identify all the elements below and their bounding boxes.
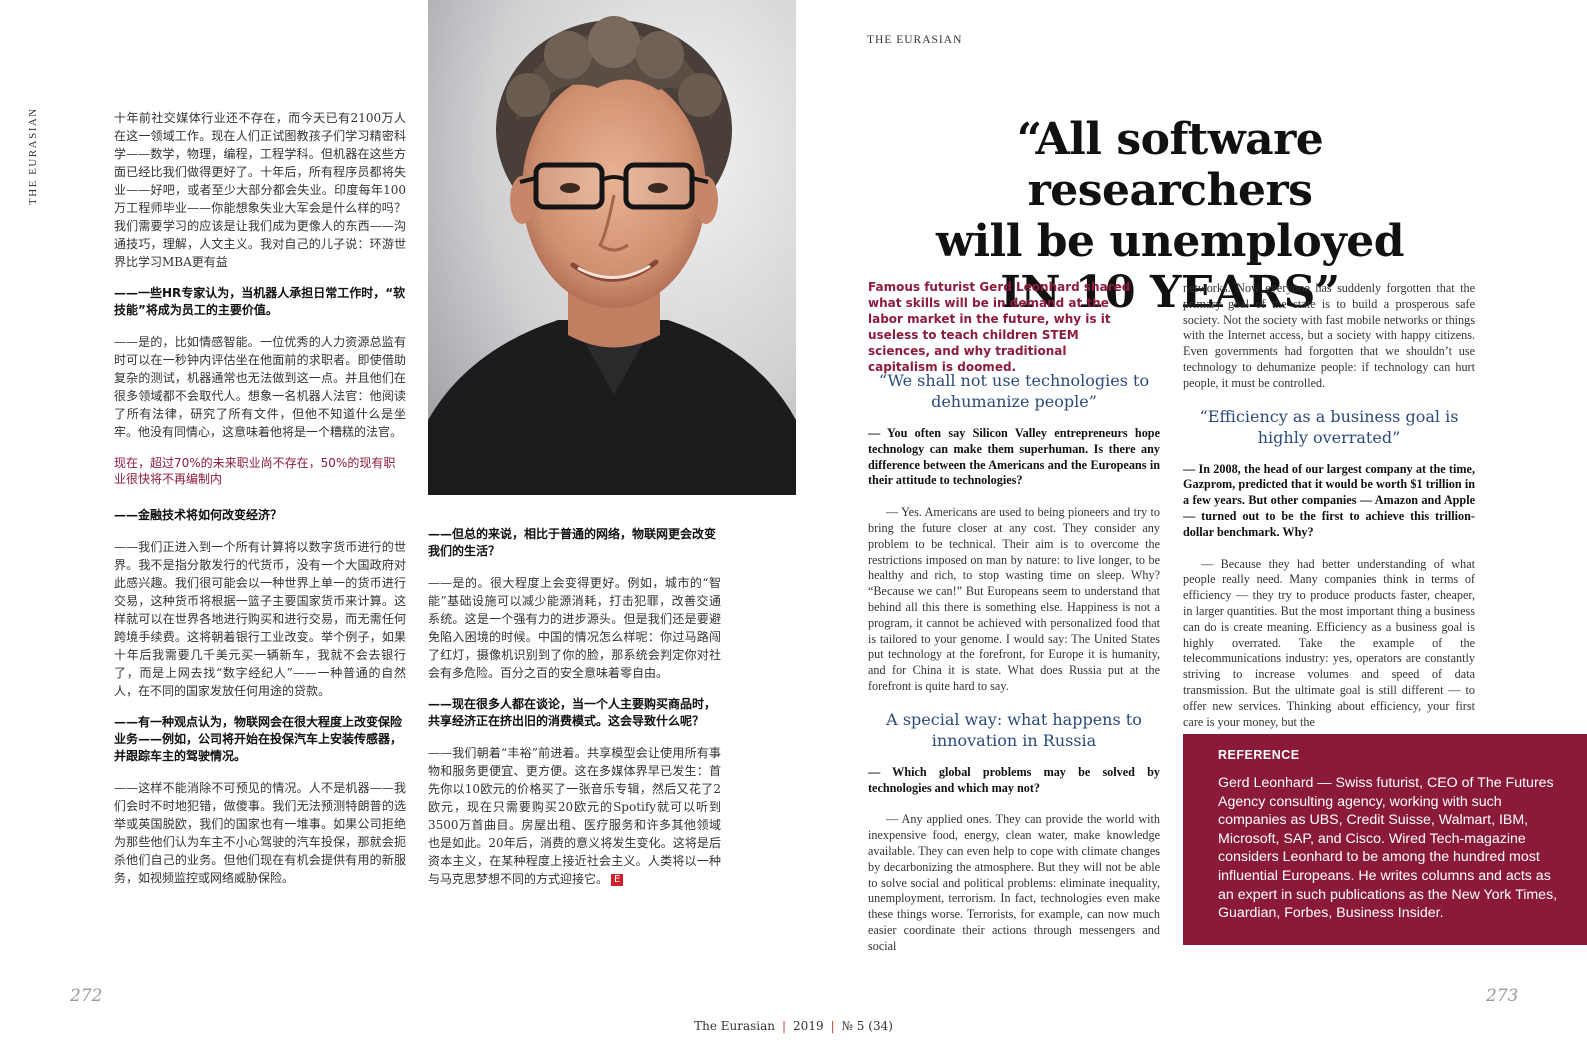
headline-line: will be unemployed (935, 216, 1405, 267)
section-subheading: “We shall not use technologies to dehuma… (878, 371, 1150, 411)
interview-question: — In 2008, the head of our largest compa… (1183, 461, 1475, 539)
reference-body: Gerd Leonhard — Swiss futurist, CEO of T… (1218, 775, 1558, 922)
page-number-right: 273 (1486, 986, 1519, 1006)
footer-issue: № 5 (34) (841, 1019, 893, 1033)
interview-answer: networks. Now everyone has suddenly forg… (1183, 281, 1475, 390)
zh-paragraph-text: ——我们朝着“丰裕”前进着。共享模型会让使用所有事物和服务更便宜、更方便。这在多… (428, 746, 721, 886)
section-subheading: “Efficiency as a business goal is highly… (1199, 406, 1459, 447)
zh-question: ——一些HR专家认为，当机器人承担日常工作时，“软技能”将成为员工的主要价值。 (114, 286, 406, 317)
zh-paragraph: ——我们朝着“丰裕”前进着。共享模型会让使用所有事物和服务更便宜、更方便。这在多… (428, 744, 721, 888)
portrait-photo (428, 0, 796, 495)
zh-column-middle: ——但总的来说，相比于普通的网络，物联网更会改变我们的生活？ ——是的。很大程度… (428, 526, 721, 902)
interview-question: — Which global problems may be solved by… (868, 764, 1160, 795)
interview-answer: — Yes. Americans are used to being pione… (868, 505, 1160, 693)
footer-magazine: The Eurasian (694, 1019, 775, 1033)
zh-pull-quote: 现在，超过70%的未来职业尚不存在，50%的现有职业很快将不再编制内 (114, 456, 396, 486)
zh-paragraph: ——我们正进入到一个所有计算将以数字货币进行的世界。我不是指分散发行的代货币，没… (114, 540, 406, 698)
zh-paragraph: ——这样不能消除不可预见的情况。人不是机器——我们会时不时地犯错，做傻事。我们无… (114, 781, 406, 885)
reference-title: REFERENCE (1218, 748, 1300, 762)
article-end-mark: E (611, 873, 624, 886)
portrait-image (428, 0, 796, 495)
footer-year: 2019 (793, 1019, 824, 1033)
magazine-running-head: THE EURASIAN (867, 34, 963, 46)
en-column-2: networks. Now everyone has suddenly forg… (1183, 281, 1475, 730)
reference-box: REFERENCE Gerd Leonhard — Swiss futurist… (1183, 734, 1587, 945)
page-number-left: 272 (70, 986, 103, 1006)
footer-separator: | (830, 1019, 835, 1033)
zh-question: ——金融技术将如何改变经济？ (114, 508, 283, 522)
zh-question: ——有一种观点认为，物联网会在很大程度上改变保险业务——例如，公司将开始在投保汽… (114, 715, 403, 763)
zh-column-left: 十年前社交媒体行业还不存在，而今天已有2100万人在这一领域工作。现在人们正试图… (114, 109, 406, 901)
zh-paragraph: 十年前社交媒体行业还不存在，而今天已有2100万人在这一领域工作。现在人们正试图… (114, 111, 406, 269)
page-footer: The Eurasian | 2019 | № 5 (34) (0, 1019, 1587, 1033)
headline-line: “All software researchers (1016, 114, 1324, 216)
interview-answer: — Because they had better understanding … (1183, 556, 1475, 729)
article-lead: Famous futurist Gerd Leonhard shared wha… (868, 280, 1131, 374)
zh-paragraph: ——是的。很大程度上会变得更好。例如，城市的“智能”基础设施可以减少能源消耗，打… (428, 576, 721, 680)
zh-paragraph: ——是的，比如情感智能。一位优秀的人力资源总监有时可以在一秒钟内评估坐在他面前的… (114, 335, 406, 439)
en-column-1: “We shall not use technologies to dehuma… (868, 370, 1160, 955)
interview-question: — You often say Silicon Valley entrepren… (868, 426, 1160, 488)
footer-separator: | (782, 1019, 787, 1033)
zh-question: ——但总的来说，相比于普通的网络，物联网更会改变我们的生活？ (428, 527, 717, 558)
section-subheading: A special way: what happens to innovatio… (886, 709, 1142, 750)
zh-question: ——现在很多人都在谈论，当一个人主要购买商品时，共享经济正在挤出旧的消费模式。这… (428, 697, 717, 728)
vertical-magazine-label: THE EURASIAN (27, 107, 39, 205)
interview-answer: — Any applied ones. They can provide the… (868, 812, 1160, 953)
